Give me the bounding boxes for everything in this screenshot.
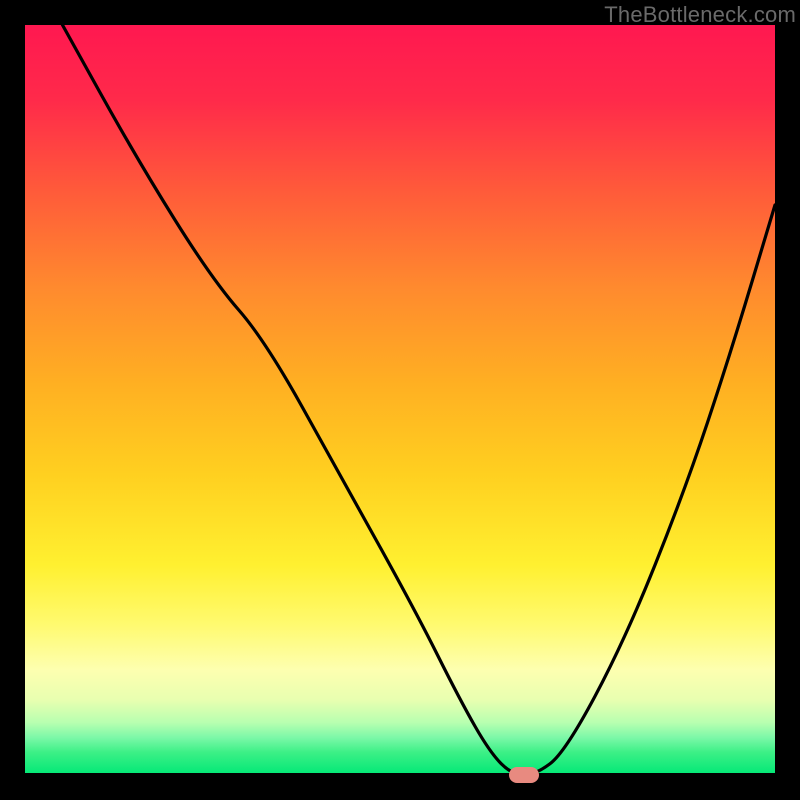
curve-svg bbox=[25, 25, 775, 775]
optimal-point-marker bbox=[509, 767, 539, 783]
bottleneck-curve bbox=[63, 25, 776, 775]
chart-area bbox=[25, 25, 775, 775]
